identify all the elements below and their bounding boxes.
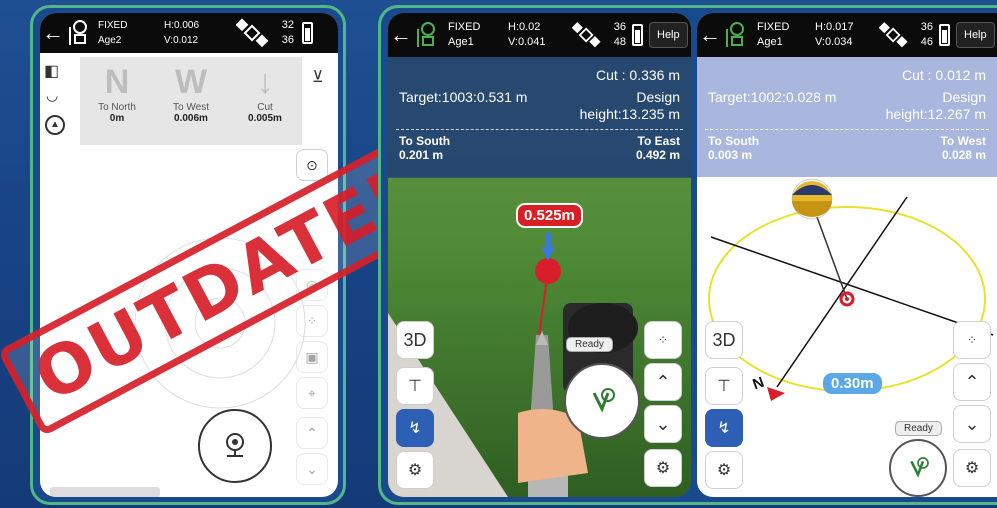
ruler-icon[interactable]: ⊻	[312, 67, 324, 87]
cut-value: Cut : 0.012 m	[901, 67, 986, 83]
location-pin-button[interactable]: ⊙	[296, 149, 328, 181]
card-label: Cut	[257, 102, 273, 113]
distance-label: 0.30m	[823, 373, 882, 394]
stakeout-info-panel: Cut : 0.336 m Target:1003:0.531 m Design…	[388, 57, 691, 177]
help-button[interactable]: Help	[956, 22, 995, 48]
card-to-north: N To North 0m	[80, 57, 154, 145]
bottom-bar	[50, 487, 160, 497]
status-bar: ← FIXED Age1 H:0.017 V:0.034 36 46 Help	[697, 13, 997, 57]
direction-value-1: 0.201 m	[399, 148, 444, 162]
down-button[interactable]: ⌄	[644, 405, 682, 443]
satellite-icon	[235, 18, 270, 48]
back-arrow-icon[interactable]: ←	[697, 15, 723, 55]
north-letter-icon: N	[104, 63, 130, 101]
stakeout-info-panel: Cut : 0.012 m Target:1002:0.028 m Design…	[697, 57, 997, 177]
fix-status: FIXED	[757, 21, 790, 33]
design-height: Design height:13.235 m	[579, 89, 680, 122]
battery-icon	[939, 24, 950, 46]
stakeout-mode-button[interactable]: ↯	[396, 409, 434, 447]
compass-icon[interactable]: ▲	[45, 115, 65, 135]
points-button[interactable]: ⁘	[644, 321, 682, 359]
gps-antenna-button[interactable]: ⊤	[705, 367, 743, 405]
gps-receiver-icon	[723, 21, 749, 49]
battery-icon	[302, 22, 313, 44]
device-settings-button[interactable]: ⚙	[644, 449, 682, 487]
gps-receiver-icon	[66, 19, 92, 47]
stakeout-record-button[interactable]	[564, 363, 640, 439]
stakeout-record-button[interactable]	[198, 409, 272, 483]
ready-status: Ready	[566, 337, 613, 352]
3d-view-button[interactable]: 3D	[396, 321, 434, 359]
up-button[interactable]: ⌃	[644, 363, 682, 401]
status-bar: ← FIXED Age1 H:0.02 V:0.041 36 48 Help	[388, 13, 691, 57]
design-height: Design height:12.267 m	[885, 89, 986, 122]
v-precision: V:0.034	[815, 36, 853, 48]
help-button[interactable]: Help	[649, 22, 688, 48]
cut-value: Cut : 0.336 m	[595, 67, 680, 83]
h-precision: H:0.02	[508, 21, 541, 33]
sat-count-top: 36	[613, 21, 626, 33]
card-label: To North	[98, 102, 136, 113]
stakeout-info-cards: N To North 0m W To West 0.006m ↓ Cut 0.0…	[80, 57, 302, 145]
card-label: To West	[173, 102, 209, 113]
phone-ar: ← FIXED Age1 H:0.02 V:0.041 36 48 Help C…	[388, 13, 691, 497]
dashed-divider	[705, 129, 989, 130]
sat-count-bottom: 36	[281, 34, 294, 46]
card-cut: ↓ Cut 0.005m	[228, 57, 302, 145]
gps-antenna-button[interactable]: ⊤	[396, 367, 434, 405]
h-precision: H:0.006	[164, 20, 200, 31]
chevron-down-icon[interactable]: ◡	[46, 87, 58, 104]
up-button[interactable]: ⌃	[953, 363, 991, 401]
direction-label-1: To South	[399, 134, 451, 148]
card-value: 0.006m	[174, 113, 208, 124]
settings-button[interactable]: ⚙	[705, 451, 743, 489]
card-value: 0.005m	[248, 113, 282, 124]
direction-value-1: 0.003 m	[708, 148, 753, 162]
back-arrow-icon[interactable]: ←	[40, 13, 66, 53]
target-info: Target:1002:0.028 m	[708, 89, 837, 105]
up-button[interactable]: ⌃	[296, 417, 328, 449]
status-bar: ← FIXED Age2 H:0.006 V:0.012 32 36	[40, 13, 338, 53]
3d-view-button[interactable]: 3D	[705, 321, 743, 359]
v-precision: V:0.041	[508, 36, 546, 48]
stakeout-mode-button[interactable]: ↯	[705, 409, 743, 447]
back-arrow-icon[interactable]: ←	[388, 15, 414, 55]
target-info: Target:1003:0.531 m	[399, 89, 528, 105]
ready-status: Ready	[895, 421, 942, 436]
stakeout-record-button[interactable]	[889, 439, 947, 497]
sat-count-bottom: 46	[920, 36, 933, 48]
card-value: 0m	[109, 113, 125, 124]
fix-status: FIXED	[448, 21, 481, 33]
fix-status: FIXED	[98, 20, 128, 31]
battery-icon	[632, 24, 643, 46]
gps-receiver-icon	[414, 21, 440, 49]
device-settings-button[interactable]: ⚙	[953, 449, 991, 487]
cut-arrow-icon: ↓	[256, 63, 274, 101]
direction-value-2: 0.492 m	[635, 148, 680, 162]
direction-label-2: To West	[940, 134, 986, 148]
age-status: Age1	[757, 36, 783, 48]
speaker-icon[interactable]: ◧	[44, 61, 59, 81]
down-button[interactable]: ⌄	[953, 405, 991, 443]
direction-label-2: To East	[637, 134, 680, 148]
card-to-west: W To West 0.006m	[154, 57, 228, 145]
age-status: Age1	[448, 36, 474, 48]
sat-count-top: 32	[281, 19, 294, 31]
phone-plan: ← FIXED Age1 H:0.017 V:0.034 36 46 Help …	[697, 13, 997, 497]
direction-value-2: 0.028 m	[941, 148, 986, 162]
points-button[interactable]: ⁘	[953, 321, 991, 359]
settings-button[interactable]: ⚙	[396, 451, 434, 489]
satellite-icon	[571, 20, 606, 50]
direction-label-1: To South	[708, 134, 760, 148]
dashed-divider	[396, 129, 683, 130]
satellite-icon	[878, 20, 913, 50]
distance-label: 0.525m	[516, 203, 583, 228]
v-precision: V:0.012	[164, 35, 199, 46]
down-button[interactable]: ⌄	[296, 453, 328, 485]
sat-count-bottom: 48	[613, 36, 626, 48]
h-precision: H:0.017	[815, 21, 854, 33]
sat-count-top: 36	[920, 21, 933, 33]
age-status: Age2	[98, 35, 122, 46]
west-letter-icon: W	[174, 63, 208, 101]
